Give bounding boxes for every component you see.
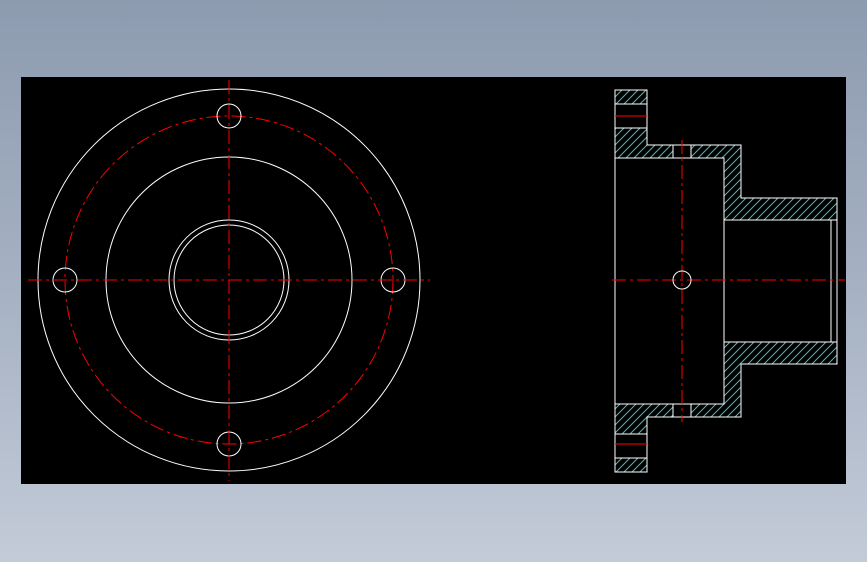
- cad-viewport[interactable]: [21, 77, 846, 484]
- section-view: [612, 89, 845, 473]
- section-hatching: [614, 89, 838, 473]
- section-bolt-slot-bottom: [614, 433, 648, 459]
- cad-drawing: [28, 80, 845, 481]
- front-view: [28, 80, 430, 481]
